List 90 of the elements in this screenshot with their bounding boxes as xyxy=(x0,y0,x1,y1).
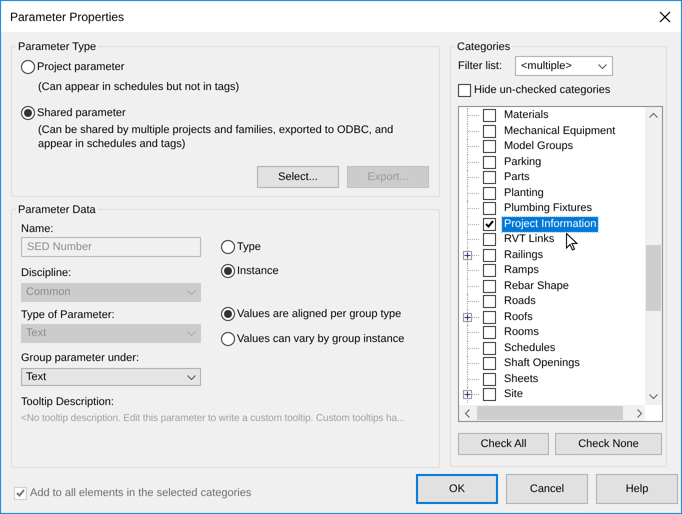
field-label: Tooltip Description: xyxy=(21,395,115,408)
scroll-right-icon[interactable] xyxy=(637,409,642,418)
tree-item[interactable]: Plumbing Fixtures xyxy=(502,201,594,216)
tree-item[interactable]: Railings xyxy=(502,248,546,263)
tree-item[interactable]: Model Groups xyxy=(502,139,576,154)
vertical-scrollbar[interactable] xyxy=(645,107,662,405)
button[interactable]: OK xyxy=(416,474,498,504)
checkbox[interactable] xyxy=(483,140,496,154)
tree-item[interactable]: Roofs xyxy=(502,310,535,325)
checkbox-label: Hide un-checked categories xyxy=(474,83,610,98)
scroll-down-icon[interactable] xyxy=(649,394,658,399)
checkbox[interactable] xyxy=(483,388,496,402)
checkbox-label: Add to all elements in the selected categories xyxy=(30,486,252,501)
field-label: Name: xyxy=(21,222,54,235)
radio-label: Values are aligned per group type xyxy=(237,306,402,322)
field-label: Type of Parameter: xyxy=(21,308,116,321)
checkbox[interactable] xyxy=(483,357,496,370)
radio-button[interactable] xyxy=(221,240,235,254)
scrollbar-thumb[interactable] xyxy=(477,406,623,420)
button[interactable]: Check All xyxy=(458,433,549,455)
checkbox[interactable] xyxy=(483,310,496,324)
checkbox[interactable] xyxy=(483,202,496,216)
chevron-down-icon xyxy=(598,64,607,68)
expand-icon[interactable] xyxy=(463,390,472,400)
tree-item[interactable]: Mechanical Equipment xyxy=(502,124,618,139)
checkbox[interactable] xyxy=(483,156,496,169)
group-title: Categories xyxy=(455,39,512,56)
scroll-up-icon[interactable] xyxy=(649,113,658,118)
field-label: Group parameter under: xyxy=(21,351,140,364)
tree-item[interactable]: Rebar Shape xyxy=(502,278,571,294)
checkbox[interactable] xyxy=(483,295,496,308)
tree-item[interactable]: Parking xyxy=(502,154,544,170)
radio-label: Project parameter xyxy=(37,60,124,75)
expand-icon[interactable] xyxy=(463,312,472,322)
checkbox[interactable] xyxy=(483,186,496,200)
radio-button[interactable] xyxy=(221,264,235,278)
tree-item[interactable]: Project Information xyxy=(502,216,598,232)
checkbox[interactable] xyxy=(483,264,496,278)
tree-item[interactable]: Rooms xyxy=(502,325,541,340)
dropdown[interactable]: Text xyxy=(21,368,201,386)
radio-label: Shared parameter xyxy=(37,106,126,121)
checkbox[interactable] xyxy=(483,342,496,355)
button[interactable]: Cancel xyxy=(506,474,588,504)
close-icon[interactable] xyxy=(657,8,673,24)
checkbox[interactable] xyxy=(483,171,496,184)
radio-label: Type xyxy=(237,240,261,255)
chevron-down-icon xyxy=(187,374,196,380)
tree-item[interactable]: Shaft Openings xyxy=(502,356,582,372)
chevron-down-icon xyxy=(187,331,196,336)
radio-button[interactable] xyxy=(221,307,235,321)
horizontal-scrollbar[interactable] xyxy=(459,405,645,421)
tree-item[interactable]: Sheets xyxy=(502,372,540,387)
tree-item[interactable]: Schedules xyxy=(502,340,558,356)
window-title: Parameter Properties xyxy=(10,8,124,26)
filter-dropdown[interactable]: <multiple> xyxy=(515,56,613,76)
radio-button[interactable] xyxy=(221,332,235,346)
radio-button[interactable] xyxy=(21,60,35,74)
checkbox[interactable] xyxy=(483,109,496,122)
radio-label: Values can vary by group instance xyxy=(237,332,404,347)
checkbox[interactable] xyxy=(483,326,496,340)
button[interactable]: Help xyxy=(596,474,678,504)
chevron-down-icon xyxy=(187,290,196,295)
tooltip-text: <No tooltip description. Edit this parameter to write a custom tooltip. Custom tooltips ha... xyxy=(21,412,406,426)
scroll-left-icon[interactable] xyxy=(465,409,470,418)
radio-button[interactable] xyxy=(21,106,35,120)
tree-item[interactable]: Materials xyxy=(502,108,551,124)
checkbox[interactable] xyxy=(483,372,496,386)
tree-item[interactable]: Parts xyxy=(502,170,532,186)
tree-item[interactable]: RVT Links xyxy=(502,232,556,248)
tree-item[interactable]: Ramps xyxy=(502,263,541,278)
checkbox[interactable] xyxy=(483,233,496,246)
checkbox[interactable] xyxy=(483,248,496,262)
group-title: Parameter Type xyxy=(16,39,98,56)
filter-label: Filter list: xyxy=(458,58,503,74)
mouse-pointer-icon xyxy=(566,233,578,251)
radio-label: Instance xyxy=(237,264,279,279)
button[interactable]: Select... xyxy=(257,166,339,188)
note-text: (Can appear in schedules but not in tags) xyxy=(38,80,240,94)
checkbox[interactable] xyxy=(458,84,471,97)
tree-item[interactable]: Planting xyxy=(502,186,546,201)
checkbox[interactable] xyxy=(483,280,496,293)
field-label: Discipline: xyxy=(21,266,72,279)
tree-item[interactable]: Site xyxy=(502,387,525,402)
tree-item[interactable]: Roads xyxy=(502,294,538,310)
scrollbar-thumb[interactable] xyxy=(646,245,661,311)
checkbox[interactable] xyxy=(483,124,496,138)
button[interactable]: Check None xyxy=(555,433,662,455)
expand-icon[interactable] xyxy=(463,250,472,260)
checkbox[interactable] xyxy=(483,218,496,231)
note-text: (Can be shared by multiple projects and families, exported to ODBC, and appear in schedules and tags) xyxy=(38,123,394,151)
